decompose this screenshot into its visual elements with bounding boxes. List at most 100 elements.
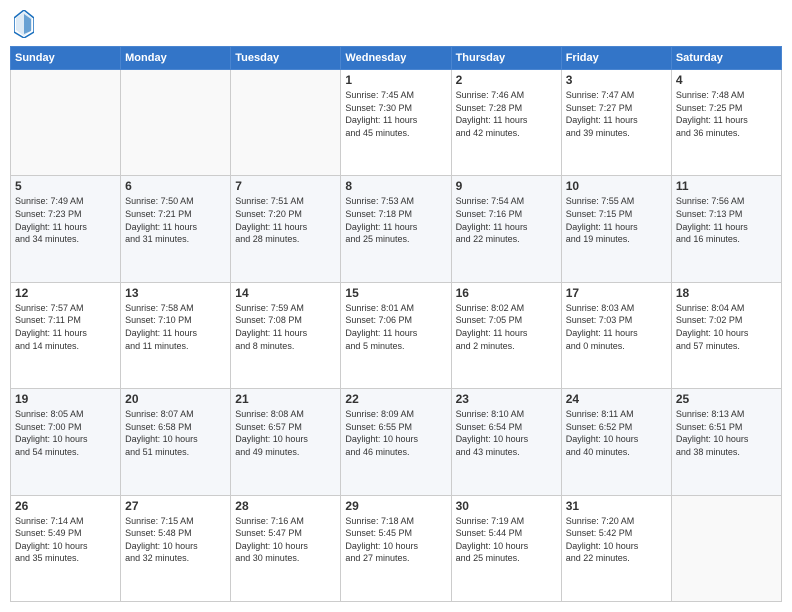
page: SundayMondayTuesdayWednesdayThursdayFrid… (0, 0, 792, 612)
calendar-cell: 9 Sunrise: 7:54 AM Sunset: 7:16 PM Daylig… (451, 176, 561, 282)
calendar-cell: 16Sunrise: 8:02 AM Sunset: 7:05 PM Dayli… (451, 282, 561, 388)
day-info: Sunrise: 7:19 AM Sunset: 5:44 PM Dayligh… (456, 515, 557, 565)
calendar-cell (11, 70, 121, 176)
weekday-header-tuesday: Tuesday (231, 47, 341, 70)
header (10, 10, 782, 38)
day-number: 15 (345, 286, 446, 300)
calendar-week-3: 12 Sunrise: 7:57 AM Sunset: 7:11 PM Dayli… (11, 282, 782, 388)
calendar-cell: 6 Sunrise: 7:50 AM Sunset: 7:21 PM Daylig… (121, 176, 231, 282)
calendar-header: SundayMondayTuesdayWednesdayThursdayFrid… (11, 47, 782, 70)
day-info: Sunrise: 7:46 AM Sunset: 7:28 PM Dayligh… (456, 89, 557, 139)
day-info: Sunrise: 7:55 AM Sunset: 7:15 PM Dayligh… (566, 195, 667, 245)
day-number: 23 (456, 392, 557, 406)
day-number: 14 (235, 286, 336, 300)
day-number: 27 (125, 499, 226, 513)
day-info: Sunrise: 8:05 AM Sunset: 7:00 PM Dayligh… (15, 408, 116, 458)
day-number: 28 (235, 499, 336, 513)
day-info: Sunrise: 8:07 AM Sunset: 6:58 PM Dayligh… (125, 408, 226, 458)
day-number: 2 (456, 73, 557, 87)
day-info: Sunrise: 7:14 AM Sunset: 5:49 PM Dayligh… (15, 515, 116, 565)
calendar-week-2: 5Sunrise: 7:49 AM Sunset: 7:23 PM Daylig… (11, 176, 782, 282)
day-number: 9 (456, 179, 557, 193)
day-number: 1 (345, 73, 446, 87)
day-info: Sunrise: 7:49 AM Sunset: 7:23 PM Dayligh… (15, 195, 116, 245)
day-info: Sunrise: 8:08 AM Sunset: 6:57 PM Dayligh… (235, 408, 336, 458)
calendar-cell: 24 Sunrise: 8:11 AM Sunset: 6:52 PM Dayli… (561, 389, 671, 495)
day-info: Sunrise: 8:09 AM Sunset: 6:55 PM Dayligh… (345, 408, 446, 458)
day-number: 10 (566, 179, 667, 193)
calendar-cell: 31 Sunrise: 7:20 AM Sunset: 5:42 PM Dayli… (561, 495, 671, 601)
day-number: 18 (676, 286, 777, 300)
calendar-cell: 22 Sunrise: 8:09 AM Sunset: 6:55 PM Dayli… (341, 389, 451, 495)
day-info: Sunrise: 7:47 AM Sunset: 7:27 PM Dayligh… (566, 89, 667, 139)
calendar-cell: 14 Sunrise: 7:59 AM Sunset: 7:08 PM Dayli… (231, 282, 341, 388)
calendar-cell: 11Sunrise: 7:56 AM Sunset: 7:13 PM Dayli… (671, 176, 781, 282)
calendar-cell: 30 Sunrise: 7:19 AM Sunset: 5:44 PM Dayli… (451, 495, 561, 601)
day-info: Sunrise: 7:16 AM Sunset: 5:47 PM Dayligh… (235, 515, 336, 565)
calendar-week-4: 19 Sunrise: 8:05 AM Sunset: 7:00 PM Dayli… (11, 389, 782, 495)
day-number: 31 (566, 499, 667, 513)
day-info: Sunrise: 7:57 AM Sunset: 7:11 PM Dayligh… (15, 302, 116, 352)
day-info: Sunrise: 7:51 AM Sunset: 7:20 PM Dayligh… (235, 195, 336, 245)
calendar-table: SundayMondayTuesdayWednesdayThursdayFrid… (10, 46, 782, 602)
day-number: 3 (566, 73, 667, 87)
calendar-cell: 15 Sunrise: 8:01 AM Sunset: 7:06 PM Dayli… (341, 282, 451, 388)
day-info: Sunrise: 8:13 AM Sunset: 6:51 PM Dayligh… (676, 408, 777, 458)
day-number: 6 (125, 179, 226, 193)
day-number: 20 (125, 392, 226, 406)
day-number: 24 (566, 392, 667, 406)
day-info: Sunrise: 7:56 AM Sunset: 7:13 PM Dayligh… (676, 195, 777, 245)
day-number: 29 (345, 499, 446, 513)
calendar-cell (231, 70, 341, 176)
day-number: 21 (235, 392, 336, 406)
calendar-cell: 3 Sunrise: 7:47 AM Sunset: 7:27 PM Daylig… (561, 70, 671, 176)
day-number: 25 (676, 392, 777, 406)
day-info: Sunrise: 8:01 AM Sunset: 7:06 PM Dayligh… (345, 302, 446, 352)
calendar-cell: 29Sunrise: 7:18 AM Sunset: 5:45 PM Dayli… (341, 495, 451, 601)
day-number: 12 (15, 286, 116, 300)
weekday-header-thursday: Thursday (451, 47, 561, 70)
weekday-header-friday: Friday (561, 47, 671, 70)
day-number: 17 (566, 286, 667, 300)
weekday-header-wednesday: Wednesday (341, 47, 451, 70)
day-info: Sunrise: 8:02 AM Sunset: 7:05 PM Dayligh… (456, 302, 557, 352)
calendar-cell: 4Sunrise: 7:48 AM Sunset: 7:25 PM Daylig… (671, 70, 781, 176)
calendar-cell: 2 Sunrise: 7:46 AM Sunset: 7:28 PM Daylig… (451, 70, 561, 176)
calendar-body: 1 Sunrise: 7:45 AM Sunset: 7:30 PM Daylig… (11, 70, 782, 602)
day-info: Sunrise: 7:54 AM Sunset: 7:16 PM Dayligh… (456, 195, 557, 245)
weekday-header-sunday: Sunday (11, 47, 121, 70)
day-info: Sunrise: 7:20 AM Sunset: 5:42 PM Dayligh… (566, 515, 667, 565)
calendar-cell: 12 Sunrise: 7:57 AM Sunset: 7:11 PM Dayli… (11, 282, 121, 388)
calendar-cell: 23 Sunrise: 8:10 AM Sunset: 6:54 PM Dayli… (451, 389, 561, 495)
calendar-cell: 20 Sunrise: 8:07 AM Sunset: 6:58 PM Dayli… (121, 389, 231, 495)
calendar-cell: 25 Sunrise: 8:13 AM Sunset: 6:51 PM Dayli… (671, 389, 781, 495)
calendar-cell: 8Sunrise: 7:53 AM Sunset: 7:18 PM Daylig… (341, 176, 451, 282)
day-info: Sunrise: 7:58 AM Sunset: 7:10 PM Dayligh… (125, 302, 226, 352)
day-info: Sunrise: 7:45 AM Sunset: 7:30 PM Dayligh… (345, 89, 446, 139)
calendar-cell: 10 Sunrise: 7:55 AM Sunset: 7:15 PM Dayli… (561, 176, 671, 282)
day-number: 22 (345, 392, 446, 406)
calendar-cell: 17 Sunrise: 8:03 AM Sunset: 7:03 PM Dayli… (561, 282, 671, 388)
day-number: 30 (456, 499, 557, 513)
calendar-cell: 7 Sunrise: 7:51 AM Sunset: 7:20 PM Daylig… (231, 176, 341, 282)
logo (14, 10, 38, 38)
day-number: 19 (15, 392, 116, 406)
calendar-cell: 13Sunrise: 7:58 AM Sunset: 7:10 PM Dayli… (121, 282, 231, 388)
day-number: 4 (676, 73, 777, 87)
day-info: Sunrise: 7:59 AM Sunset: 7:08 PM Dayligh… (235, 302, 336, 352)
calendar-week-1: 1 Sunrise: 7:45 AM Sunset: 7:30 PM Daylig… (11, 70, 782, 176)
day-info: Sunrise: 8:03 AM Sunset: 7:03 PM Dayligh… (566, 302, 667, 352)
calendar-cell: 19 Sunrise: 8:05 AM Sunset: 7:00 PM Dayli… (11, 389, 121, 495)
day-number: 7 (235, 179, 336, 193)
day-info: Sunrise: 8:10 AM Sunset: 6:54 PM Dayligh… (456, 408, 557, 458)
calendar-cell: 26Sunrise: 7:14 AM Sunset: 5:49 PM Dayli… (11, 495, 121, 601)
day-info: Sunrise: 7:50 AM Sunset: 7:21 PM Dayligh… (125, 195, 226, 245)
day-info: Sunrise: 8:11 AM Sunset: 6:52 PM Dayligh… (566, 408, 667, 458)
calendar-cell: 1 Sunrise: 7:45 AM Sunset: 7:30 PM Daylig… (341, 70, 451, 176)
weekday-header-row: SundayMondayTuesdayWednesdayThursdayFrid… (11, 47, 782, 70)
calendar-week-5: 26Sunrise: 7:14 AM Sunset: 5:49 PM Dayli… (11, 495, 782, 601)
weekday-header-saturday: Saturday (671, 47, 781, 70)
day-info: Sunrise: 7:15 AM Sunset: 5:48 PM Dayligh… (125, 515, 226, 565)
calendar-cell: 5Sunrise: 7:49 AM Sunset: 7:23 PM Daylig… (11, 176, 121, 282)
logo-icon (14, 10, 34, 38)
